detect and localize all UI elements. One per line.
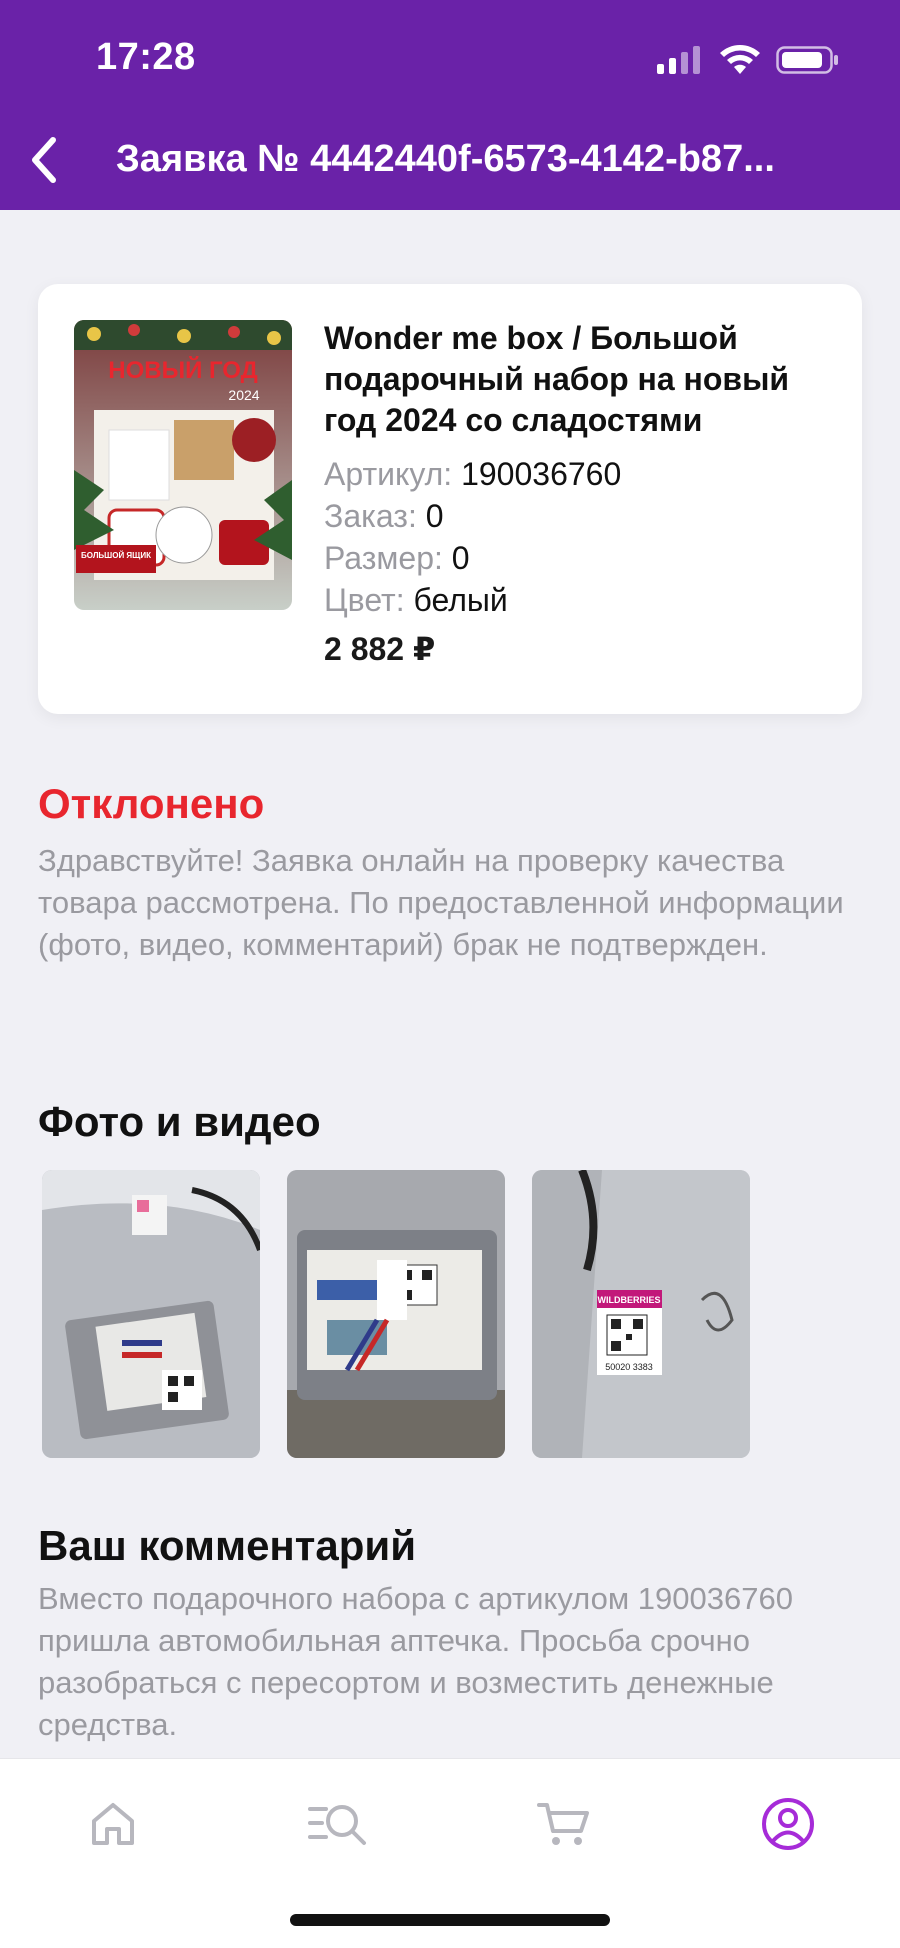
photo-package-1	[42, 1170, 260, 1458]
status-message: Здравствуйте! Заявка онлайн на проверку …	[38, 843, 844, 962]
tab-home[interactable]	[73, 1789, 153, 1859]
attr-label: Размер:	[324, 540, 443, 576]
photo-package-2	[287, 1170, 505, 1458]
header: 17:28 Заявка № 4442440f-6573-4142-b87...	[0, 0, 900, 210]
svg-text:БОЛЬШОЙ ЯЩИК: БОЛЬШОЙ ЯЩИК	[81, 551, 151, 560]
attr-color: Цвет: белый	[324, 579, 834, 621]
svg-text:2024: 2024	[228, 387, 259, 403]
home-indicator	[290, 1914, 610, 1926]
attr-label: Цвет:	[324, 582, 405, 618]
product-price: 2 882 ₽	[324, 631, 436, 667]
page-title: Заявка № 4442440f-6573-4142-b87...	[116, 138, 775, 180]
product-title: Wonder me box / Большой подарочный набор…	[324, 320, 790, 438]
attr-article: Артикул: 190036760	[324, 453, 834, 495]
chevron-left-icon	[32, 137, 56, 183]
battery-icon	[776, 46, 838, 74]
nav-bar: Заявка № 4442440f-6573-4142-b87...	[0, 120, 900, 210]
tab-cart[interactable]	[523, 1789, 603, 1859]
photo-package-3: WILDBERRIES 50020 3383	[532, 1170, 750, 1458]
svg-text:WILDBERRIES: WILDBERRIES	[598, 1295, 661, 1305]
back-button[interactable]	[14, 130, 74, 190]
cellular-signal-icon	[657, 46, 700, 74]
photo-thumbnail-2[interactable]	[287, 1170, 505, 1458]
attr-value: 190036760	[461, 456, 622, 492]
cart-icon	[537, 1803, 589, 1845]
wifi-icon	[720, 45, 760, 74]
product-image[interactable]: НОВЫЙ ГОД 2024 БОЛЬШОЙ ЯЩИК	[74, 320, 292, 610]
comment-section-title: Ваш комментарий	[38, 1522, 417, 1569]
attr-value: 0	[451, 540, 470, 576]
home-icon	[92, 1803, 134, 1845]
photo-thumbnail-3[interactable]: WILDBERRIES 50020 3383	[532, 1170, 750, 1458]
product-attributes: Артикул: 190036760 Заказ: 0 Размер: 0 Цв…	[324, 453, 834, 621]
tab-profile[interactable]	[748, 1789, 828, 1859]
tab-catalog[interactable]	[298, 1789, 378, 1859]
photos-list: WILDBERRIES 50020 3383	[42, 1170, 750, 1458]
status-bar: 17:28	[0, 0, 900, 120]
attr-label: Артикул:	[324, 456, 453, 492]
status-time: 17:28	[96, 36, 196, 78]
attr-value: 0	[425, 498, 444, 534]
photos-section-title: Фото и видео	[38, 1098, 321, 1145]
attr-order: Заказ: 0	[324, 495, 834, 537]
status-title: Отклонено	[38, 780, 265, 827]
gift-box-image: НОВЫЙ ГОД 2024 БОЛЬШОЙ ЯЩИК	[74, 320, 292, 610]
svg-text:НОВЫЙ ГОД: НОВЫЙ ГОД	[108, 356, 257, 384]
svg-text:50020 3383: 50020 3383	[605, 1362, 653, 1372]
product-card[interactable]: НОВЫЙ ГОД 2024 БОЛЬШОЙ ЯЩИК Wonder me bo…	[38, 284, 862, 714]
attr-label: Заказ:	[324, 498, 417, 534]
comment-text: Вместо подарочного набора с артикулом 19…	[38, 1581, 793, 1742]
catalog-search-icon	[308, 1805, 366, 1845]
profile-icon	[762, 1798, 814, 1850]
photo-thumbnail-1[interactable]	[42, 1170, 260, 1458]
product-info: Wonder me box / Большой подарочный набор…	[324, 318, 834, 671]
attr-value: белый	[413, 582, 508, 618]
attr-size: Размер: 0	[324, 537, 834, 579]
